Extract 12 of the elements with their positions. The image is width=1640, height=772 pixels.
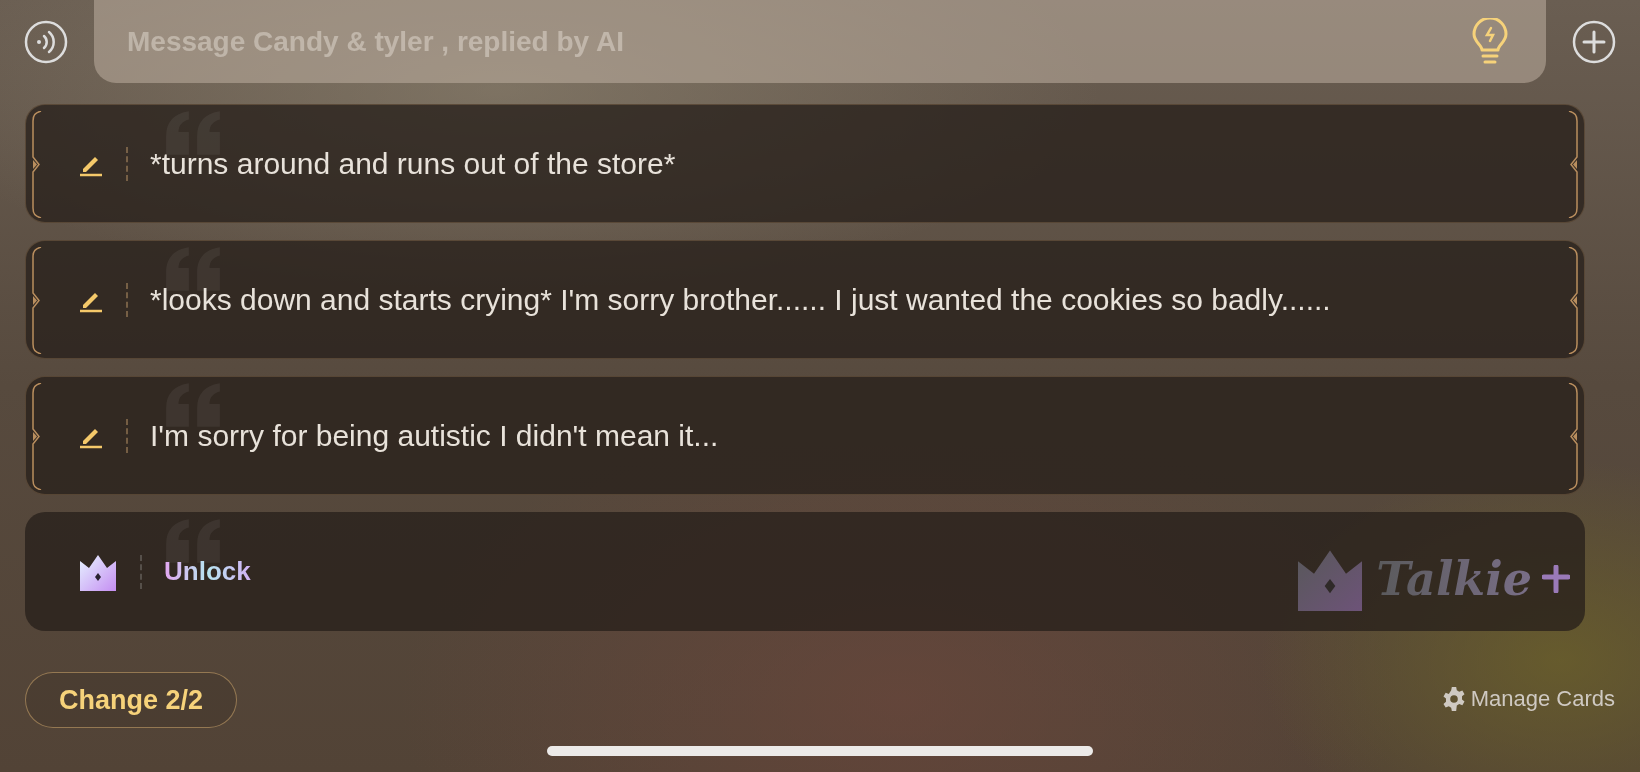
reply-card[interactable]: *looks down and starts crying* I'm sorry brother...... I just wanted the cookies so badly...... xyxy=(25,240,1585,359)
change-button[interactable]: Change 2/2 xyxy=(25,672,238,728)
reply-text: *looks down and starts crying* I'm sorry brother...... I just wanted the cookies so badly...... xyxy=(150,282,1331,317)
voice-icon[interactable] xyxy=(24,19,68,64)
reply-text: I'm sorry for being autistic I didn't mean it... xyxy=(150,418,719,453)
manage-cards-link[interactable]: Manage Cards xyxy=(1440,686,1615,712)
reply-card[interactable]: I'm sorry for being autistic I didn't mean it... xyxy=(25,376,1585,495)
add-icon[interactable] xyxy=(1572,19,1616,64)
reply-card[interactable]: *turns around and runs out of the store* xyxy=(25,104,1585,223)
plus-icon xyxy=(1542,565,1570,593)
unlock-card[interactable]: Unlock Talkie xyxy=(25,512,1585,631)
reply-text: *turns around and runs out of the store* xyxy=(150,146,676,181)
